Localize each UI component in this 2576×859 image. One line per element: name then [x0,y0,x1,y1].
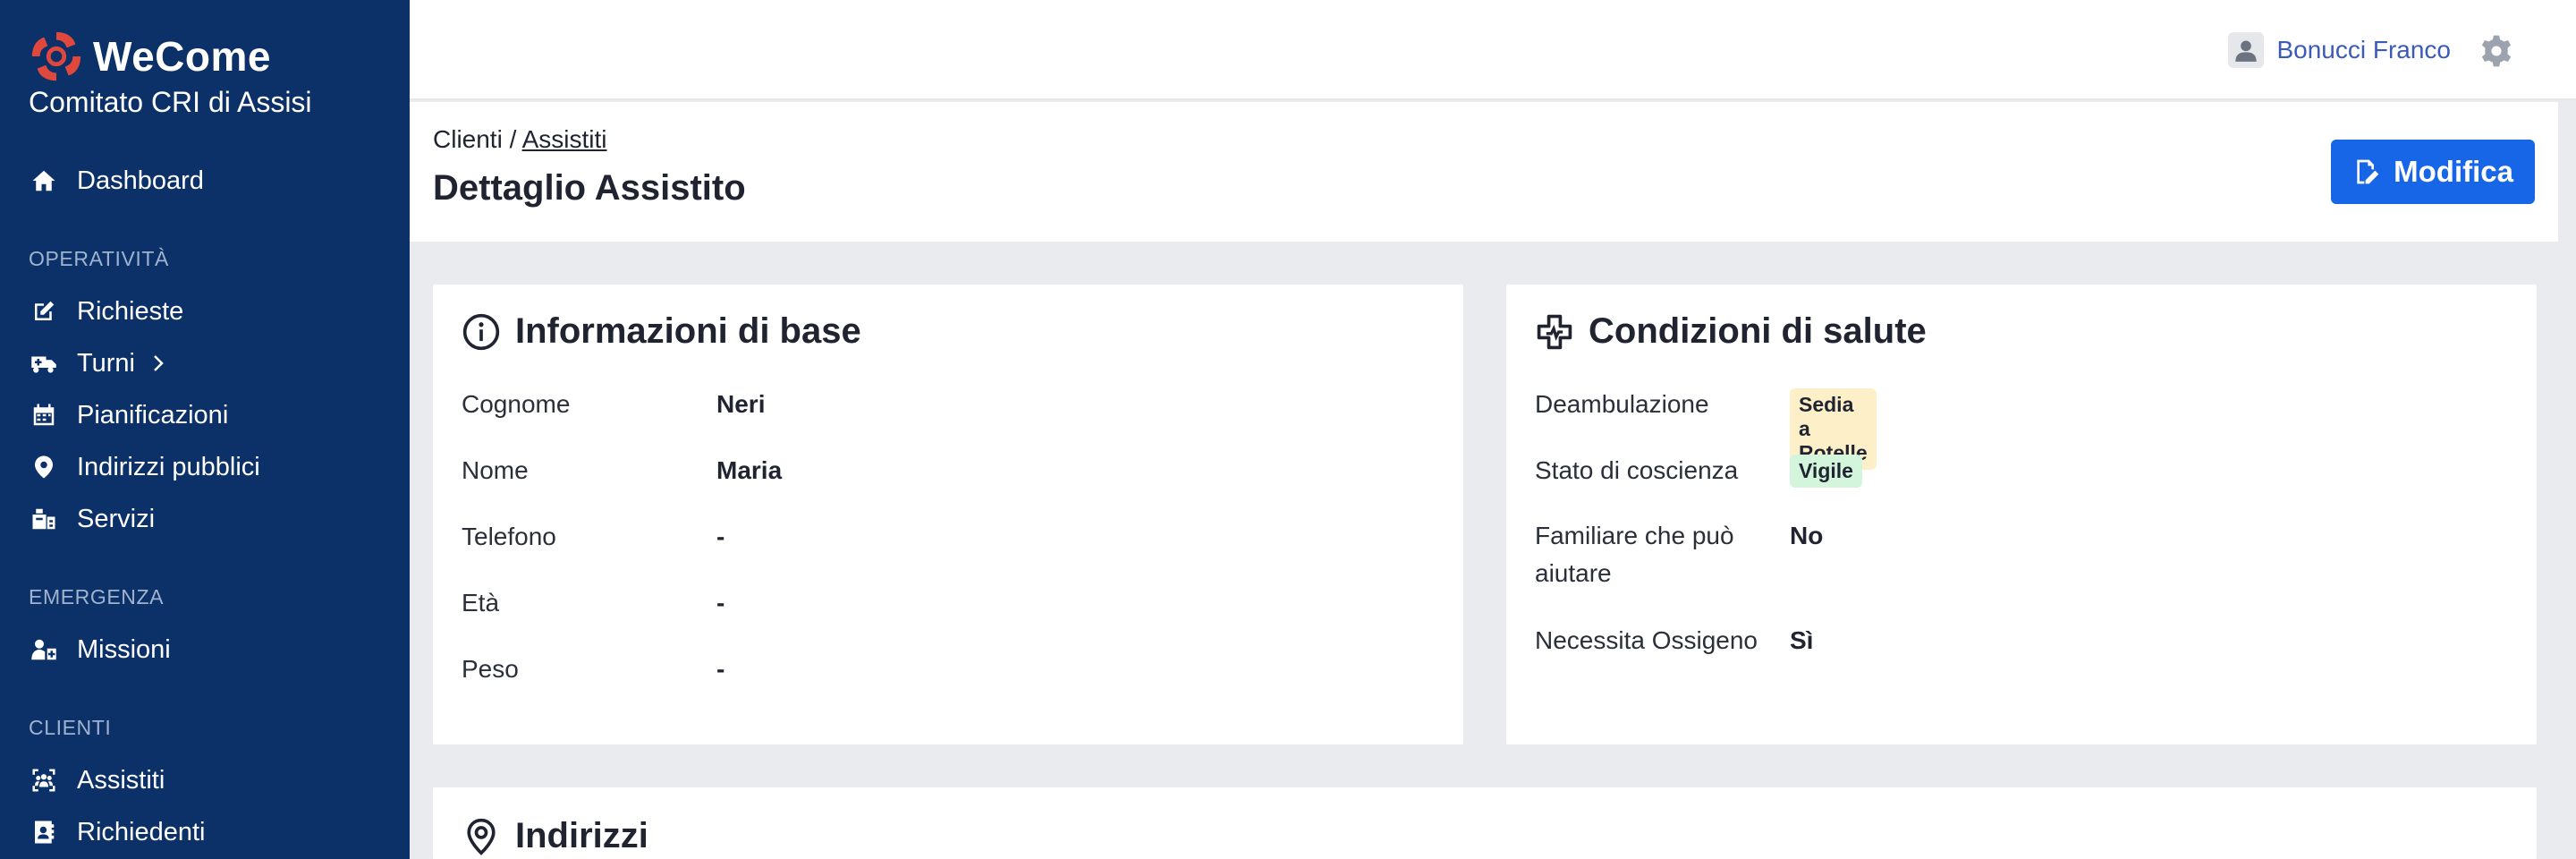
breadcrumb: Clienti / Assistiti [433,125,607,154]
field-stato-coscienza: Stato di coscienza Vigile [1535,455,1862,488]
section-clienti: CLIENTI [29,716,112,739]
sidebar-item-missioni[interactable]: Missioni [29,630,171,669]
edit-button-label: Modifica [2394,155,2513,188]
card-title-text: Condizioni di salute [1589,311,1927,351]
sidebar-item-label: Servizi [77,504,156,533]
page-title: Dettaglio Assistito [433,168,746,208]
sidebar-item-label: Assistiti [77,765,165,795]
sidebar-item-pianificazioni[interactable]: Pianificazioni [29,395,228,435]
card-title-text: Indirizzi [515,816,648,855]
health-conditions-card: Condizioni di salute Deambulazione Sedia… [1506,285,2537,744]
card-title: Condizioni di salute [1535,311,1927,352]
field-label: Peso [462,655,519,683]
brand-name: WeCome [93,33,271,80]
field-deambulazione: Deambulazione Sedia a Rotelle [1535,388,1877,470]
brand[interactable]: WeCome [29,29,271,84]
sidebar-item-servizi[interactable]: Servizi [29,499,155,539]
sidebar-item-indirizzi-pubblici[interactable]: Indirizzi pubblici [29,447,260,487]
breadcrumb-root: Clienti [433,125,503,153]
section-operativita: OPERATIVITÀ [29,247,169,270]
breadcrumb-link-assistiti[interactable]: Assistiti [522,125,607,153]
basic-info-card: Informazioni di base Cognome Neri Nome M… [433,285,1463,744]
field-label-line-2: aiutare [1535,559,1612,587]
sidebar-item-label: Missioni [77,634,171,664]
status-badge: Vigile [1790,455,1862,488]
field-label: Necessita Ossigeno [1535,626,1758,654]
section-emergenza: EMERGENZA [29,585,165,608]
avatar [2228,32,2265,68]
sidebar: WeCome Comitato CRI di Assisi Dashboard … [0,0,410,859]
organization-name: Comitato CRI di Assisi [29,86,312,118]
field-value: Neri [716,390,766,418]
field-ossigeno: Necessita Ossigeno Sì [1535,626,1813,655]
gear-icon[interactable] [2479,34,2513,68]
sidebar-item-label: Turni [77,348,135,378]
edit-button[interactable]: Modifica [2331,140,2535,204]
field-eta: Età - [462,589,724,617]
sidebar-item-label: Richiedenti [77,817,206,846]
field-label: Deambulazione [1535,390,1709,418]
field-value: No [1790,522,1824,549]
field-label: Telefono [462,523,556,550]
field-cognome: Cognome Neri [462,390,765,419]
medical-cross-icon [1537,314,1572,349]
field-label: Età [462,589,500,617]
map-pin-icon [29,452,59,482]
field-label: Stato di coscienza [1535,456,1739,484]
edit-icon [29,296,59,327]
map-pin-icon [467,818,496,855]
field-familiare: Familiare che può aiutare No [1535,517,1823,592]
users-scan-icon [29,765,59,795]
field-telefono: Telefono - [462,523,724,551]
field-label: Nome [462,456,529,484]
user-name: Bonucci Franco [2276,36,2451,64]
sidebar-item-label: Pianificazioni [77,400,229,430]
card-title: Indirizzi [462,816,648,856]
page-header: Clienti / Assistiti Dettaglio Assistito … [410,102,2558,242]
card-title: Informazioni di base [462,311,861,352]
field-value: Vigile [1790,455,1862,488]
sidebar-item-label: Richieste [77,296,184,326]
field-value: - [716,523,725,550]
home-icon [29,166,59,196]
breadcrumb-separator: / [509,125,517,153]
field-value: - [716,655,725,683]
medical-user-icon [29,634,59,665]
field-label: Cognome [462,390,571,418]
services-icon [29,504,59,534]
addresses-card: Indirizzi [433,787,2537,859]
field-peso: Peso - [462,655,724,684]
chevron-right-icon [154,355,164,371]
edit-file-icon [2357,159,2379,184]
sidebar-item-assistiti[interactable]: Assistiti [29,761,165,800]
sidebar-item-turni[interactable]: Turni [29,344,169,383]
wecome-logo-icon [31,31,81,81]
ambulance-icon [29,348,59,378]
field-value: Maria [716,456,783,484]
sidebar-item-richiedenti[interactable]: Richiedenti [29,812,205,852]
field-nome: Nome Maria [462,456,782,485]
calendar-icon [29,400,59,430]
field-value: - [716,589,725,617]
sidebar-item-label: Dashboard [77,166,204,195]
sidebar-item-dashboard[interactable]: Dashboard [29,161,204,200]
sidebar-item-label: Indirizzi pubblici [77,452,260,481]
top-bar: Bonucci Franco [410,0,2576,100]
sidebar-item-richieste[interactable]: Richieste [29,292,183,331]
contact-book-icon [29,817,59,847]
field-value: Sì [1790,626,1814,654]
card-title-text: Informazioni di base [515,311,861,351]
user-icon [2235,40,2258,62]
info-icon [462,313,500,350]
field-label-line-1: Familiare che può [1535,522,1734,549]
user-menu[interactable]: Bonucci Franco [2228,32,2451,68]
